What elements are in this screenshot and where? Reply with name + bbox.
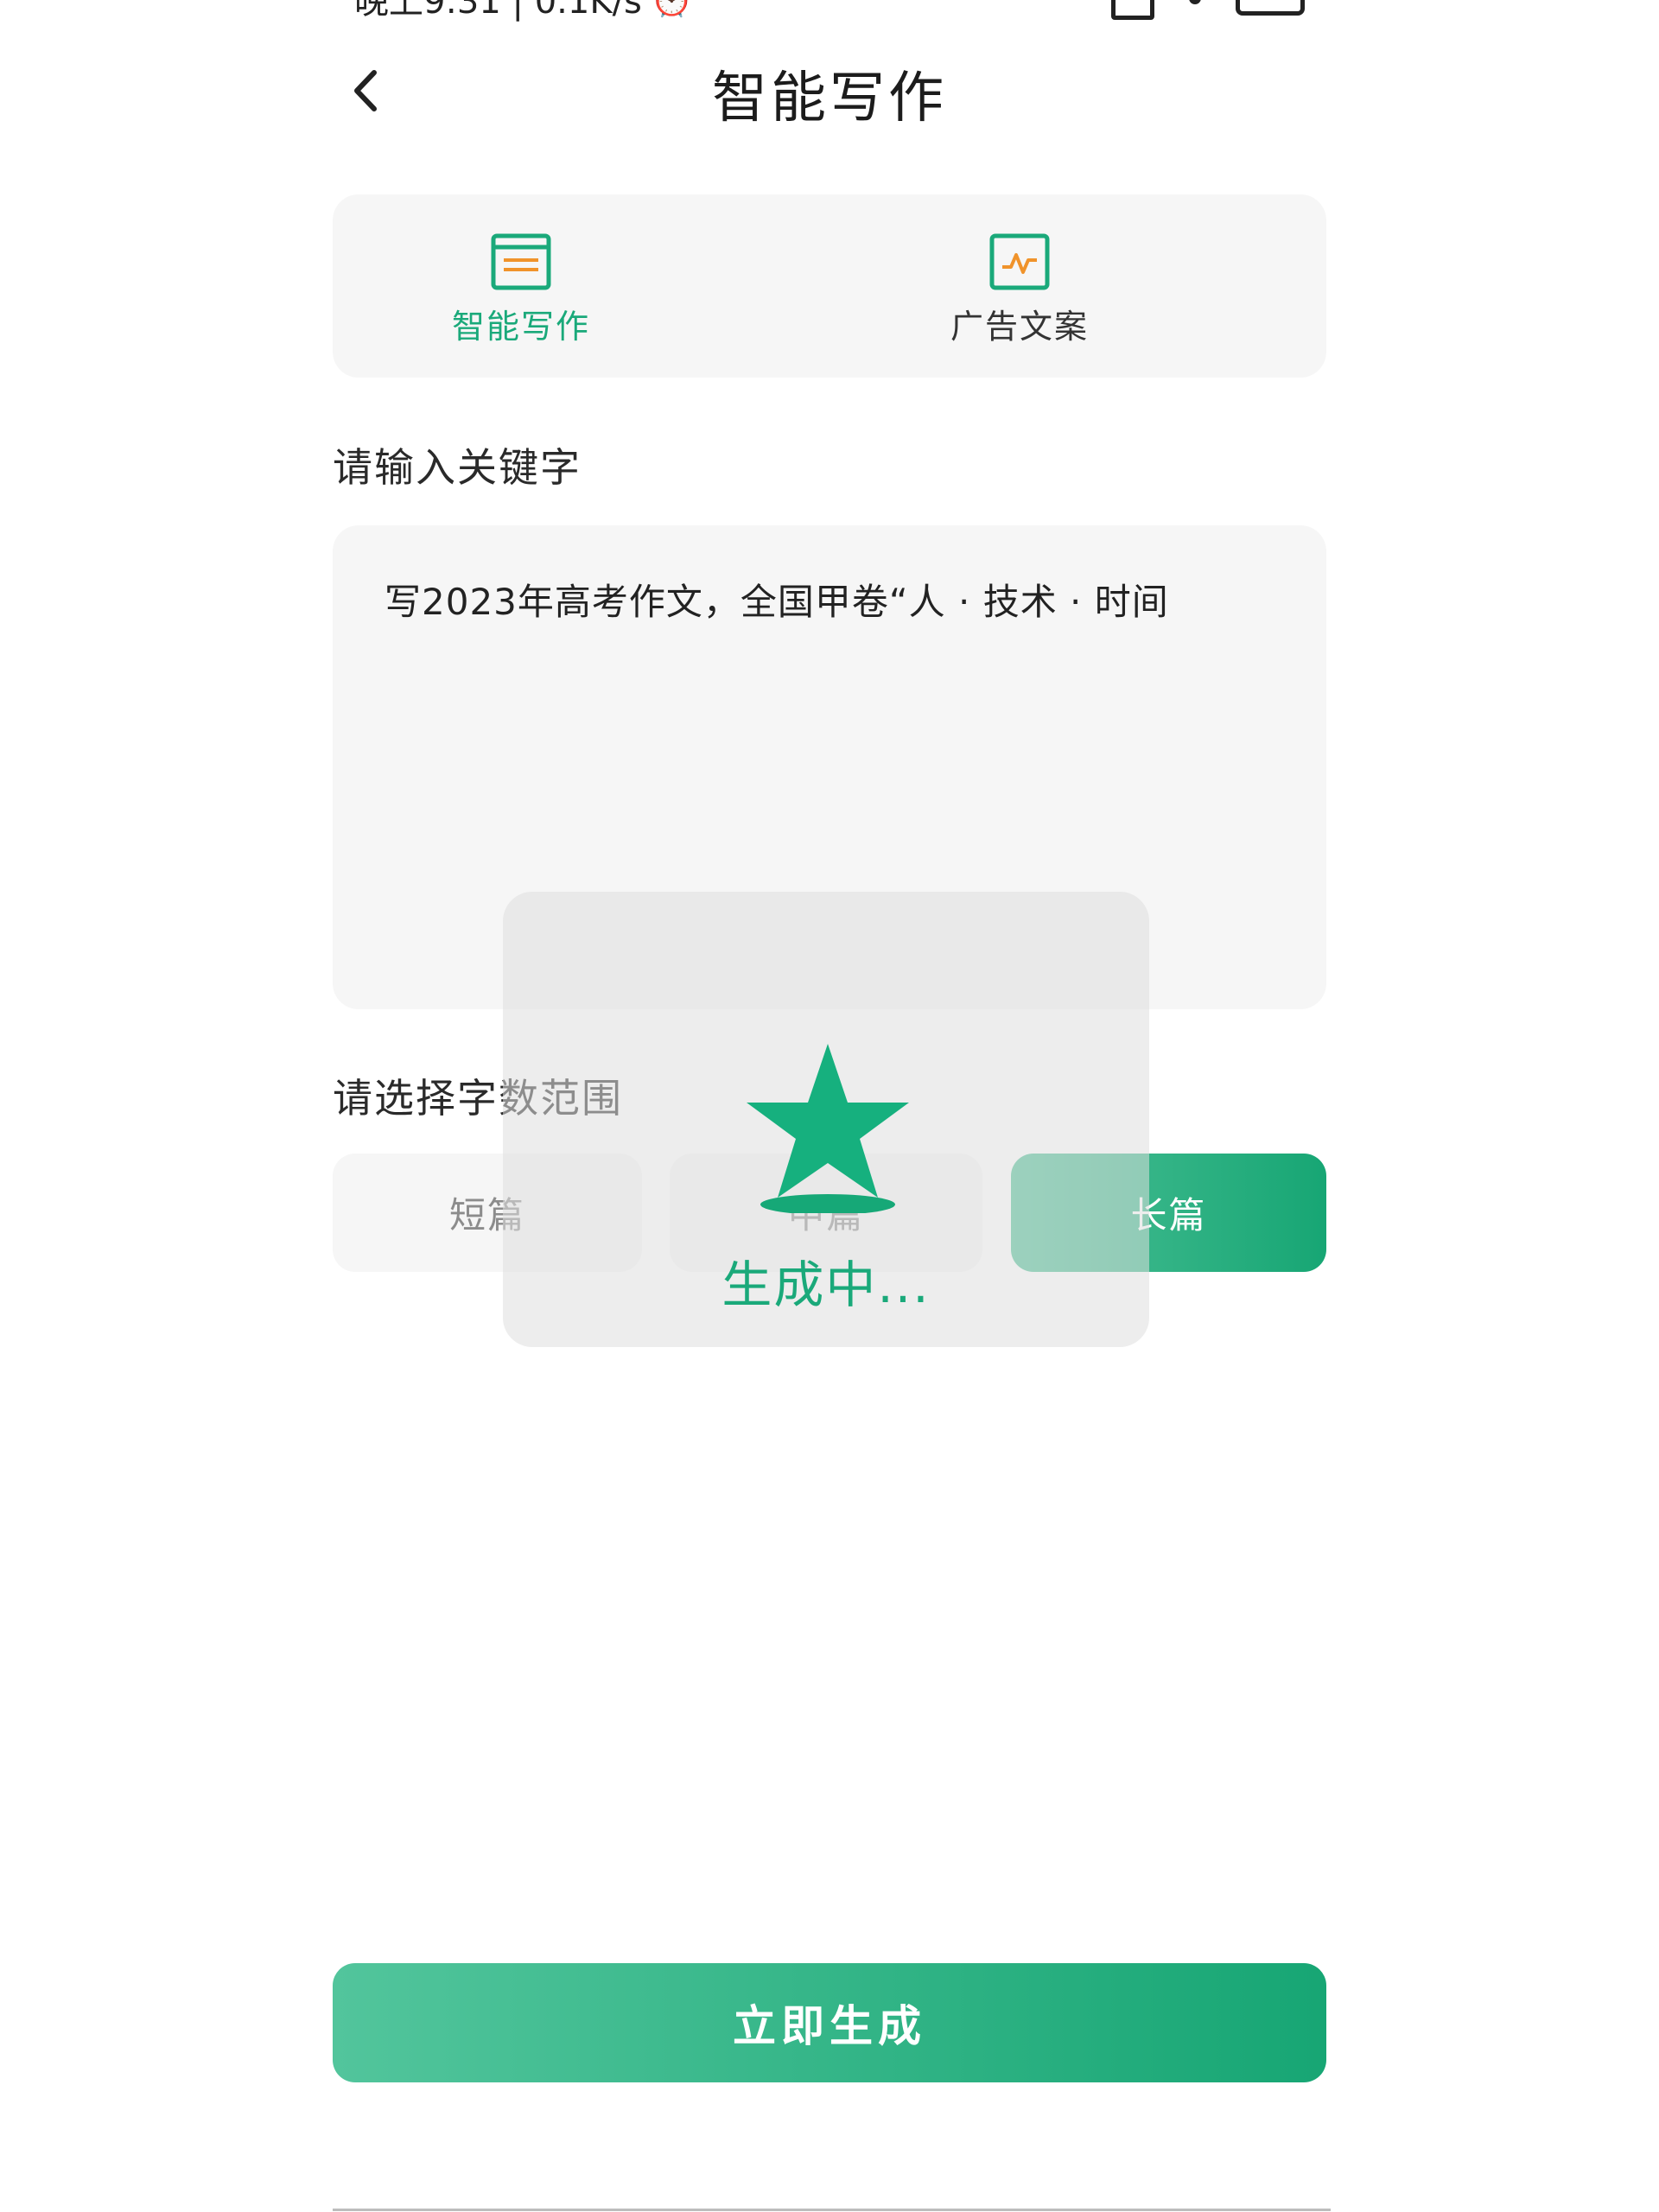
keyword-label: 请输入关键字	[333, 444, 582, 491]
battery-icon	[1236, 0, 1305, 16]
generate-button[interactable]: 立即生成	[333, 1963, 1326, 2082]
loading-text: 生成中...	[721, 1255, 931, 1314]
status-bar: 晚上9:31 | 0.1K/s ⏰	[354, 0, 1305, 22]
status-right	[1111, 0, 1305, 20]
tab-label: 广告文案	[950, 308, 1089, 346]
status-time-speed: 晚上9:31 | 0.1K/s	[354, 0, 642, 22]
chart-icon	[989, 233, 1050, 290]
alarm-off-icon: ⏰	[651, 0, 694, 19]
bottom-divider	[333, 2209, 1331, 2211]
tab-smart-writing[interactable]: 智能写作	[391, 232, 651, 347]
tab-label: 智能写作	[451, 308, 590, 346]
keyword-value: 写2023年高考作文，全国甲卷“人 · 技术 · 时间	[385, 581, 1169, 623]
star-loading-icon	[747, 1044, 909, 1213]
page-title: 智能写作	[712, 67, 947, 130]
mode-tab-card: 智能写作 广告文案	[333, 194, 1326, 378]
document-icon	[491, 233, 551, 290]
tab-ad-copy[interactable]: 广告文案	[890, 232, 1149, 347]
wifi-icon	[1189, 0, 1201, 4]
loading-overlay: 生成中...	[503, 892, 1149, 1347]
screen-icon	[1111, 0, 1154, 20]
status-left: 晚上9:31 | 0.1K/s ⏰	[354, 0, 694, 23]
